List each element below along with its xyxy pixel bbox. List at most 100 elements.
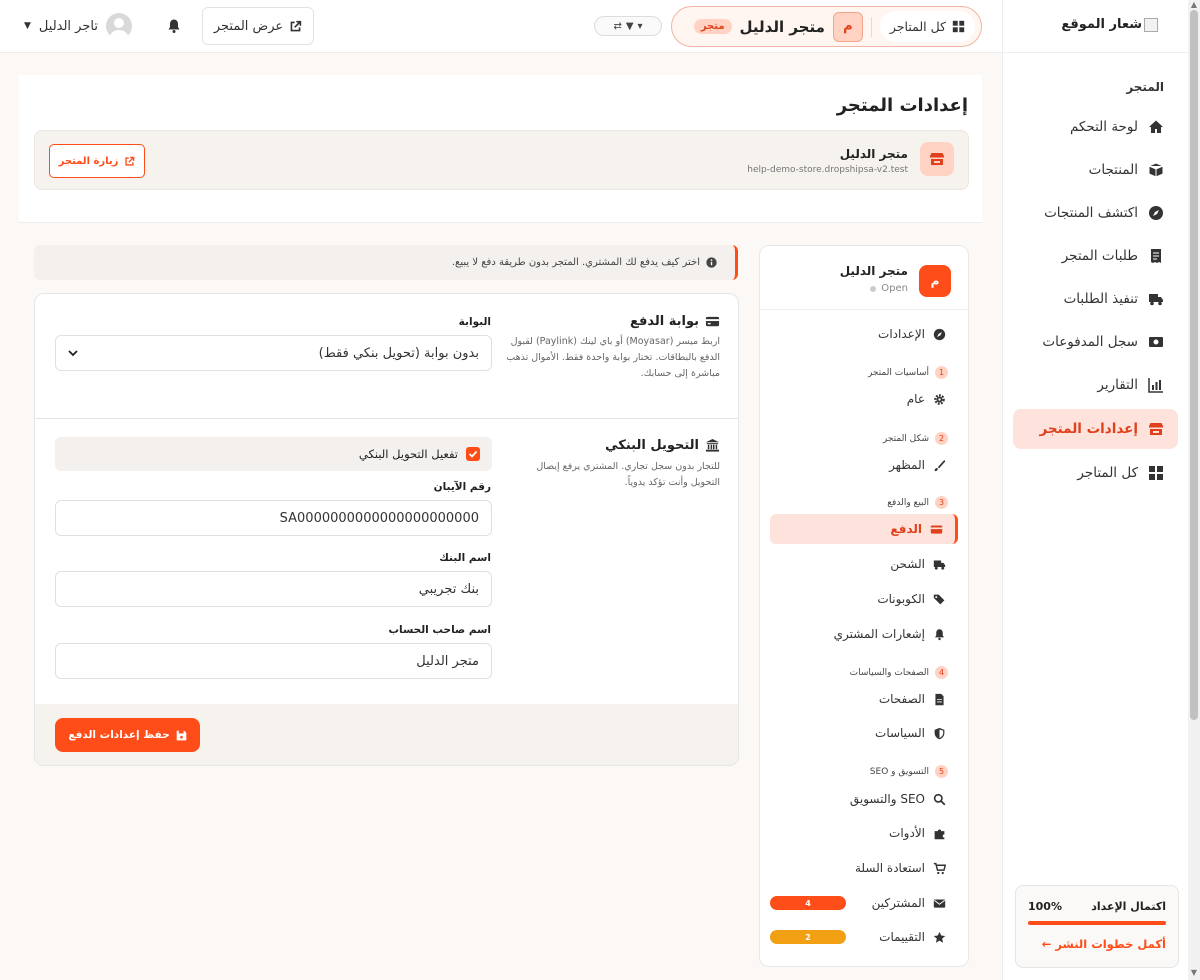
sidebar-item-label: إعدادات المتجر <box>1039 421 1138 437</box>
settings-item-label: المظهر <box>889 458 925 472</box>
puzzle-icon <box>934 828 945 839</box>
view-store-label: عرض المتجر <box>213 18 284 34</box>
grid-icon <box>1149 466 1163 480</box>
settings-item-policies[interactable]: السياسات <box>770 718 958 748</box>
settings-item-appearance[interactable]: المظهر <box>770 450 958 480</box>
iban-value: SA0000000000000000000000 <box>279 510 479 526</box>
page-title: إعدادات المتجر <box>836 95 968 116</box>
store-switch-dropdown[interactable]: ⇄ ▼ ▾ <box>594 16 662 36</box>
settings-item-shipping[interactable]: الشحن <box>770 549 958 579</box>
scroll-up-icon[interactable]: ▲ <box>1190 1 1198 9</box>
money-icon <box>1149 337 1163 347</box>
settings-item-label: الصفحات <box>878 692 925 706</box>
chart-icon <box>1148 378 1163 393</box>
sidebar-item-discover[interactable]: اكتشف المنتجات <box>1013 193 1178 233</box>
account-holder-label: اسم صاحب الحساب <box>388 624 491 636</box>
info-icon <box>706 257 717 268</box>
gear-icon <box>934 393 945 405</box>
form-footer: حفظ إعدادات الدفع <box>35 704 738 765</box>
truck-icon <box>933 559 946 570</box>
broken-image-icon <box>1144 17 1158 32</box>
settings-item-general[interactable]: عام <box>770 384 958 414</box>
reviews-count-badge: 2 <box>770 930 846 944</box>
settings-item-pages[interactable]: الصفحات <box>770 684 958 714</box>
group-title: شكل المتجر <box>882 433 929 444</box>
main-sidebar: شعار الموقع المتجر لوحة التحكم المنتجات … <box>1002 0 1188 980</box>
visit-store-label: زيارة المتجر <box>58 155 119 167</box>
settings-item-label: SEO والتسويق <box>849 792 925 806</box>
settings-item-payment[interactable]: الدفع <box>770 514 958 544</box>
bank-transfer-title: التحويل البنكي <box>605 438 720 453</box>
checkbox-checked-icon[interactable] <box>466 447 480 461</box>
gateway-description: اربط ميسر (Moyasar) أو باي لينك (Paylink… <box>506 336 720 379</box>
user-menu[interactable]: تاجر الدليل ▼ <box>24 13 132 39</box>
envelope-icon <box>933 898 946 908</box>
settings-nav-panel: م متجر الدليل Open الإعدادات 1 أساسيات ا… <box>759 245 969 967</box>
settings-group-basics: 1 أساسيات المتجر <box>868 366 948 379</box>
view-store-button[interactable]: عرض المتجر <box>202 7 314 45</box>
external-link-icon <box>290 20 302 31</box>
group-number: 1 <box>935 366 948 379</box>
sidebar-item-all-stores[interactable]: كل المتاجر <box>1013 453 1178 493</box>
store-url: help-demo-store.dropshipsa-v2.test <box>747 165 908 175</box>
settings-item-settings[interactable]: الإعدادات <box>770 319 958 349</box>
bank-name-label: اسم البنك <box>439 552 491 564</box>
all-stores-label: كل المتاجر <box>889 19 946 34</box>
sidebar-section-title: المتجر <box>1126 80 1164 94</box>
settings-item-seo[interactable]: SEO والتسويق <box>770 784 958 814</box>
truck-icon <box>1149 294 1163 306</box>
group-title: أساسيات المتجر <box>867 367 929 378</box>
sidebar-item-fulfillment[interactable]: تنفيذ الطلبات <box>1013 279 1178 319</box>
receipt-icon <box>1151 249 1161 263</box>
bank-transfer-section: التحويل البنكي للتجار بدون سجل تجاري. ال… <box>35 419 738 704</box>
settings-nav-header: م متجر الدليل Open <box>760 246 968 310</box>
settings-item-tools[interactable]: الأدوات <box>770 818 958 848</box>
store-icon <box>1149 423 1163 435</box>
info-banner: اختر كيف يدفع لك المشتري. المتجر بدون طر… <box>34 245 738 280</box>
site-logo[interactable]: شعار الموقع <box>1061 17 1158 32</box>
sidebar-item-label: تنفيذ الطلبات <box>1063 291 1138 307</box>
sidebar-item-store-settings[interactable]: إعدادات المتجر <box>1013 409 1178 449</box>
all-stores-button[interactable]: كل المتاجر <box>879 11 975 42</box>
divider <box>1003 52 1188 53</box>
star-icon <box>933 931 946 943</box>
settings-item-cart-recovery[interactable]: استعادة السلة <box>770 853 958 883</box>
settings-item-label: الإعدادات <box>878 327 925 341</box>
settings-item-notifications[interactable]: إشعارات المشتري <box>770 619 958 649</box>
scroll-down-icon[interactable]: ▼ <box>1190 969 1198 977</box>
sidebar-item-products[interactable]: المنتجات <box>1013 150 1178 190</box>
bank-name-input[interactable]: بنك تجريبي <box>55 571 492 607</box>
page-scrollbar[interactable]: ▲ ▼ <box>1188 0 1200 980</box>
bank-icon <box>705 438 720 452</box>
box-icon <box>1148 162 1164 178</box>
group-title: البيع والدفع <box>887 497 929 508</box>
publish-steps-link[interactable]: أكمل خطوات النشر ← <box>1028 937 1166 951</box>
sidebar-item-label: لوحة التحكم <box>1069 119 1138 135</box>
external-link-icon <box>125 156 135 166</box>
sidebar-item-reports[interactable]: التقارير <box>1013 365 1178 405</box>
settings-item-coupons[interactable]: الكوبونات <box>770 584 958 614</box>
sidebar-item-payments-log[interactable]: سجل المدفوعات <box>1013 322 1178 362</box>
visit-store-button[interactable]: زيارة المتجر <box>49 144 145 178</box>
swap-icon: ⇄ <box>613 20 622 32</box>
info-text: اختر كيف يدفع لك المشتري. المتجر بدون طر… <box>451 257 700 268</box>
sidebar-item-dashboard[interactable]: لوحة التحكم <box>1013 107 1178 147</box>
gateway-select[interactable]: بدون بوابة (تحويل بنكي فقط) <box>55 335 492 371</box>
store-icon <box>920 142 954 176</box>
scrollbar-thumb[interactable] <box>1190 10 1198 720</box>
settings-group-marketing: 5 التسويق و SEO <box>870 765 948 778</box>
iban-input[interactable]: SA0000000000000000000000 <box>55 500 492 536</box>
bell-icon[interactable] <box>166 18 182 34</box>
shield-icon <box>934 727 945 739</box>
account-holder-value: متجر الدليل <box>416 653 479 669</box>
enable-bank-transfer-checkbox[interactable]: تفعيل التحويل البنكي <box>55 437 492 471</box>
store-switcher[interactable]: كل المتاجر م متجر الدليل متجر <box>671 6 982 47</box>
settings-item-label: استعادة السلة <box>854 861 925 875</box>
sidebar-item-orders[interactable]: طلبات المتجر <box>1013 236 1178 276</box>
account-holder-input[interactable]: متجر الدليل <box>55 643 492 679</box>
payment-settings-card: بوابة الدفع اربط ميسر (Moyasar) أو باي ل… <box>34 293 739 766</box>
divider <box>870 16 872 37</box>
settings-store-name: متجر الدليل <box>839 264 908 278</box>
current-store-name: متجر الدليل <box>739 17 825 36</box>
save-payment-settings-button[interactable]: حفظ إعدادات الدفع <box>55 718 200 752</box>
